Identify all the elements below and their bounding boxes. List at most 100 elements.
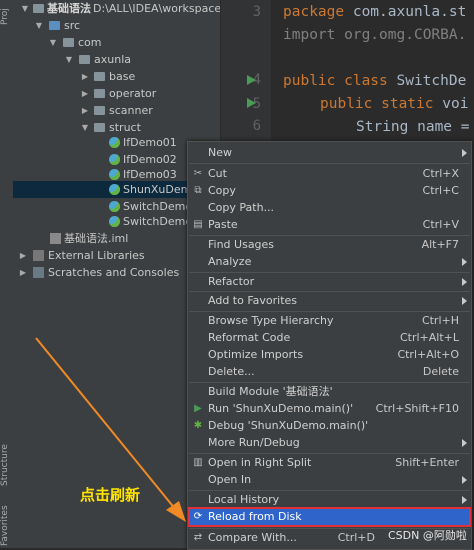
- menu-item-find-usages[interactable]: Find Usages Alt+F7: [188, 236, 471, 254]
- menu-item-label: More Run/Debug: [208, 436, 300, 449]
- paste-icon: ▤: [193, 219, 203, 230]
- menu-item-label: Cut: [208, 167, 227, 180]
- menu-item-label: Optimize Imports: [208, 348, 304, 361]
- menu-item-copy-path[interactable]: Copy Path...: [188, 199, 471, 217]
- java-class-icon: [109, 154, 120, 165]
- tree-item-label: base: [109, 70, 136, 83]
- submenu-arrow-icon: [462, 278, 467, 286]
- favorites-tool-tab[interactable]: Favorites: [0, 504, 13, 548]
- menu-item-run[interactable]: ▶ Run 'ShunXuDemo.main()' Ctrl+Shift+F10: [188, 400, 471, 418]
- submenu-arrow-icon: [462, 297, 467, 305]
- run-gutter-icon[interactable]: [247, 98, 256, 108]
- context-menu: New ✂ Cut Ctrl+X ⧉ Copy Ctrl+C Copy Path... …: [187, 141, 472, 550]
- tree-item-label: axunla: [94, 53, 131, 66]
- tree-item-com[interactable]: ▼ com: [13, 34, 220, 51]
- java-class-icon: [109, 201, 120, 212]
- menu-item-paste[interactable]: ▤ Paste Ctrl+V: [188, 216, 471, 234]
- menu-shortcut: Ctrl+Shift+F10: [375, 402, 459, 415]
- chevron-down-icon[interactable]: ▼: [35, 17, 43, 34]
- menu-item-reload-from-disk[interactable]: ⟳ Reload from Disk: [188, 507, 471, 527]
- scissors-icon: ✂: [193, 168, 203, 179]
- menu-item-refactor[interactable]: Refactor: [188, 273, 471, 291]
- menu-separator: [189, 163, 470, 164]
- menu-item-label: Copy: [208, 184, 236, 197]
- menu-shortcut: Ctrl+X: [422, 167, 459, 180]
- submenu-arrow-icon: [462, 439, 467, 447]
- menu-item-label: Reformat Code: [208, 331, 291, 344]
- menu-item-copy[interactable]: ⧉ Copy Ctrl+C: [188, 182, 471, 200]
- tree-item-label: 基础语法.iml: [64, 232, 129, 245]
- menu-item-cut[interactable]: ✂ Cut Ctrl+X: [188, 165, 471, 183]
- chevron-right-icon[interactable]: ▶: [81, 102, 89, 119]
- tree-item-scanner[interactable]: ▶ scanner: [13, 102, 220, 119]
- annotation-label: 点击刷新: [80, 486, 141, 504]
- package-icon: [63, 38, 74, 47]
- menu-shortcut: Ctrl+D: [337, 531, 375, 544]
- tree-item-label: scanner: [109, 104, 153, 117]
- menu-item-optimize-imports[interactable]: Optimize Imports Ctrl+Alt+O: [188, 346, 471, 364]
- menu-item-label: Run 'ShunXuDemo.main()': [208, 402, 354, 415]
- chevron-right-icon[interactable]: ▶: [19, 264, 27, 281]
- run-gutter-icon[interactable]: [247, 75, 256, 85]
- menu-item-reformat-code[interactable]: Reformat Code Ctrl+Alt+L: [188, 329, 471, 347]
- menu-item-open-in-right-split[interactable]: ▥ Open in Right Split Shift+Enter: [188, 454, 471, 472]
- compare-icon: ⇄: [193, 532, 203, 543]
- submenu-arrow-icon: [462, 476, 467, 484]
- menu-item-browse-type-hierarchy[interactable]: Browse Type Hierarchy Ctrl+H: [188, 312, 471, 330]
- project-tool-tab[interactable]: Proj: [0, 2, 13, 32]
- tree-item-base[interactable]: ▶ base: [13, 68, 220, 85]
- menu-item-analyze[interactable]: Analyze: [188, 253, 471, 271]
- tree-item-operator[interactable]: ▶ operator: [13, 85, 220, 102]
- submenu-arrow-icon: [462, 496, 467, 504]
- menu-item-delete[interactable]: Delete... Delete: [188, 363, 471, 381]
- code-keyword: public class: [283, 73, 388, 89]
- tree-item-label: com: [78, 36, 102, 49]
- tree-file-label: IfDemo01: [123, 136, 177, 149]
- menu-shortcut: Ctrl+V: [422, 218, 459, 231]
- source-folder-icon: [49, 21, 60, 30]
- chevron-down-icon[interactable]: ▼: [21, 0, 29, 17]
- reload-icon: ⟳: [193, 511, 203, 522]
- tree-item-label: External Libraries: [48, 249, 145, 262]
- menu-item-debug[interactable]: ✱ Debug 'ShunXuDemo.main()': [188, 417, 471, 435]
- tree-item-src[interactable]: ▼ src: [13, 17, 220, 34]
- code-line: public class SwitchDe: [283, 73, 466, 89]
- run-icon: ▶: [194, 403, 202, 414]
- menu-shortcut: Shift+Enter: [395, 456, 459, 469]
- menu-item-new[interactable]: New: [188, 144, 471, 162]
- line-number: 6: [252, 118, 261, 134]
- menu-item-label: Refactor: [208, 275, 255, 288]
- chevron-down-icon[interactable]: ▼: [65, 51, 73, 68]
- tree-item-axunla[interactable]: ▼ axunla: [13, 51, 220, 68]
- copy-icon: ⧉: [194, 185, 202, 196]
- tree-root-row[interactable]: ▼ 基础语法 D:\ALL\IDEA\workspaces\: [13, 0, 220, 17]
- package-icon: [94, 72, 105, 81]
- menu-item-label: Compare With...: [208, 531, 297, 544]
- code-text: org.omg.CORBA.: [335, 27, 467, 43]
- package-icon: [94, 106, 105, 115]
- menu-item-add-to-favorites[interactable]: Add to Favorites: [188, 292, 471, 310]
- iml-file-icon: [50, 233, 61, 244]
- chevron-right-icon[interactable]: ▶: [81, 85, 89, 102]
- tree-root-label: 基础语法: [47, 2, 91, 15]
- menu-item-label: New: [208, 146, 232, 159]
- chevron-down-icon[interactable]: ▼: [49, 34, 57, 51]
- menu-item-label: Debug 'ShunXuDemo.main()': [208, 419, 369, 432]
- menu-item-label: Delete...: [208, 365, 255, 378]
- package-icon: [94, 89, 105, 98]
- menu-shortcut: Ctrl+H: [421, 314, 459, 327]
- code-keyword: import: [283, 27, 336, 43]
- chevron-right-icon[interactable]: ▶: [19, 247, 27, 264]
- code-line: String name =: [356, 119, 470, 135]
- menu-item-open-in[interactable]: Open In: [188, 471, 471, 489]
- menu-item-build-module[interactable]: Build Module '基础语法': [188, 383, 471, 401]
- code-keyword: package: [283, 4, 345, 20]
- menu-shortcut: Ctrl+Alt+O: [397, 348, 459, 361]
- code-text: voi: [433, 96, 469, 112]
- structure-tool-tab[interactable]: Structure: [0, 440, 13, 490]
- menu-item-label: Paste: [208, 218, 238, 231]
- chevron-right-icon[interactable]: ▶: [81, 68, 89, 85]
- menu-item-label: Analyze: [208, 255, 252, 268]
- menu-item-more-run-debug[interactable]: More Run/Debug: [188, 434, 471, 452]
- menu-item-label: Open in Right Split: [208, 456, 312, 469]
